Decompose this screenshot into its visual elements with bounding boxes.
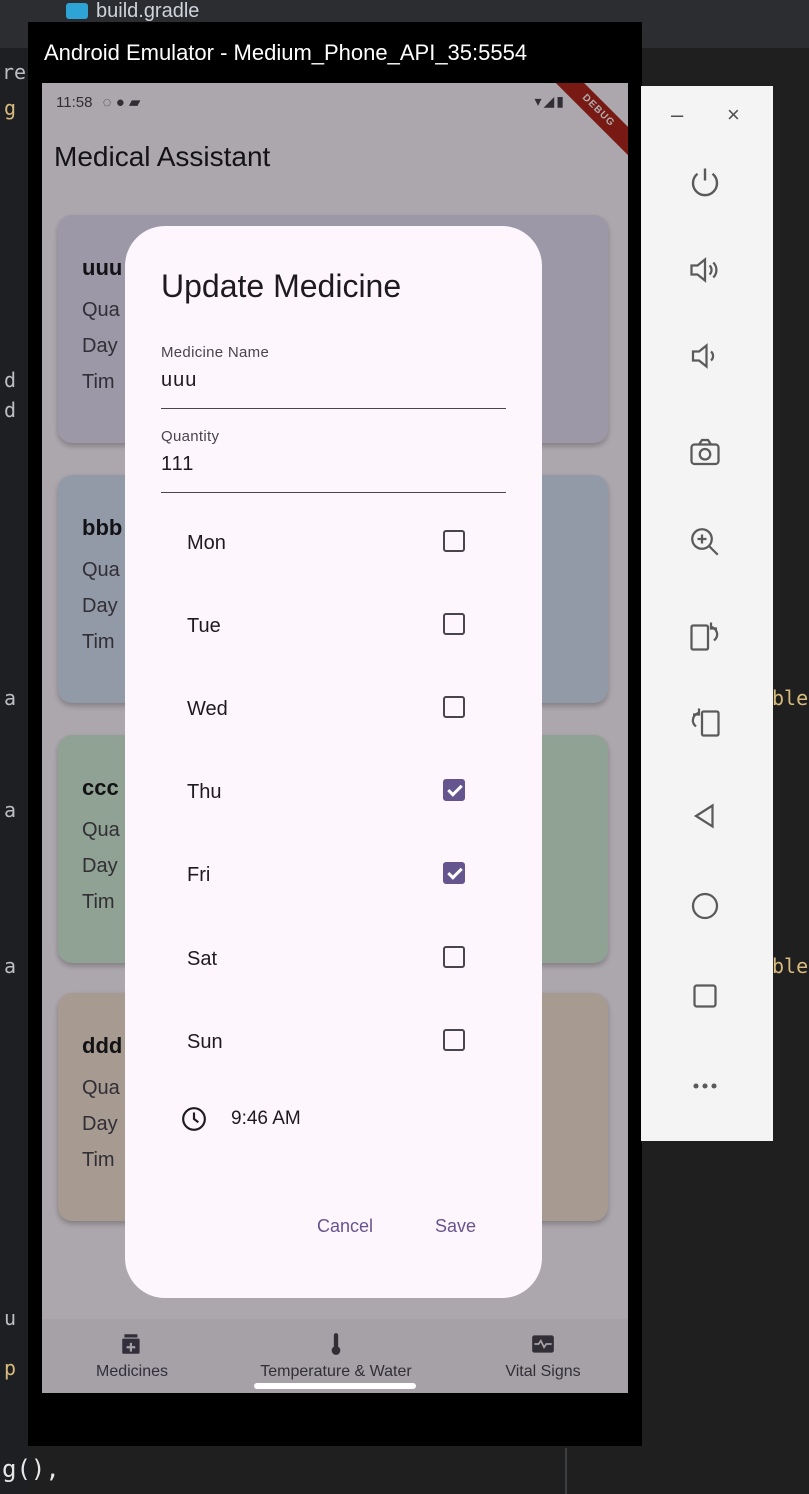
minimize-button[interactable]: – (671, 102, 683, 128)
field-underline (161, 492, 506, 493)
day-label: Thu (187, 781, 222, 803)
day-label: Fri (187, 864, 211, 886)
cancel-button[interactable]: Cancel (317, 1216, 373, 1237)
medicine-name-field[interactable]: Medicine Name uuu (161, 344, 506, 409)
code-fragment: g (4, 96, 17, 120)
rotate-left-icon[interactable] (685, 702, 725, 742)
day-checkbox[interactable] (443, 530, 465, 552)
more-icon[interactable] (685, 1066, 725, 1106)
volume-up-icon[interactable] (685, 250, 725, 290)
medicine-name-input[interactable]: uuu (161, 369, 506, 392)
gradle-icon (66, 3, 88, 19)
save-button[interactable]: Save (435, 1216, 476, 1237)
field-label: Medicine Name (161, 344, 270, 361)
code-fragment: p (4, 1356, 17, 1380)
day-checkbox[interactable] (443, 696, 465, 718)
day-row-mon[interactable]: Mon (187, 524, 465, 564)
close-button[interactable]: × (727, 102, 740, 128)
field-label: Quantity (161, 428, 220, 445)
zoom-icon[interactable] (685, 522, 725, 562)
day-row-sat[interactable]: Sat (187, 940, 465, 980)
code-fragment: a (4, 954, 17, 978)
gesture-handle[interactable] (254, 1383, 416, 1389)
overview-icon[interactable] (685, 976, 725, 1016)
quantity-field[interactable]: Quantity 111 (161, 428, 506, 493)
day-checkbox[interactable] (443, 1029, 465, 1051)
day-label: Sun (187, 1031, 223, 1053)
day-checkbox[interactable] (443, 946, 465, 968)
day-checkbox[interactable] (443, 862, 465, 884)
time-value: 9:46 AM (231, 1108, 301, 1129)
day-label: Tue (187, 615, 221, 637)
code-fragment: re (2, 60, 27, 84)
field-underline (161, 408, 506, 409)
day-label: Wed (187, 698, 228, 720)
code-fragment: d (4, 398, 17, 422)
dialog-title: Update Medicine (161, 268, 402, 304)
rotate-right-icon[interactable] (685, 616, 725, 656)
day-row-tue[interactable]: Tue (187, 607, 465, 647)
ide-file-tab[interactable]: build.gradle (66, 0, 199, 22)
code-fragment: a (4, 798, 17, 822)
clock-icon (182, 1107, 206, 1131)
back-icon[interactable] (685, 796, 725, 836)
update-medicine-dialog: Update Medicine Medicine Name uuu Quanti… (125, 226, 542, 1298)
system-navbar (42, 1393, 628, 1407)
code-fragment: ble (772, 686, 809, 710)
ide-gutter (0, 48, 30, 1494)
power-icon[interactable] (685, 162, 725, 202)
day-row-thu[interactable]: Thu (187, 773, 465, 813)
day-row-fri[interactable]: Fri (187, 856, 465, 896)
day-row-sun[interactable]: Sun (187, 1023, 465, 1063)
emulator-title: Android Emulator - Medium_Phone_API_35:5… (44, 40, 528, 65)
ide-tab-label: build.gradle (96, 0, 200, 22)
code-fragment: u (4, 1306, 17, 1330)
code-fragment: d (4, 368, 17, 392)
emulator-toolbar: – × (641, 86, 773, 1141)
volume-down-icon[interactable] (685, 336, 725, 376)
home-icon[interactable] (685, 886, 725, 926)
day-row-wed[interactable]: Wed (187, 690, 465, 730)
quantity-input[interactable]: 111 (161, 453, 506, 476)
day-checkbox[interactable] (443, 613, 465, 635)
code-fragment: ble (772, 954, 809, 978)
code-line: g(), (2, 1455, 60, 1483)
day-checkbox[interactable] (443, 779, 465, 801)
code-fragment: a (4, 686, 17, 710)
day-label: Sat (187, 948, 218, 970)
day-label: Mon (187, 532, 226, 554)
camera-icon[interactable] (685, 432, 725, 472)
ide-divider (565, 1448, 567, 1494)
